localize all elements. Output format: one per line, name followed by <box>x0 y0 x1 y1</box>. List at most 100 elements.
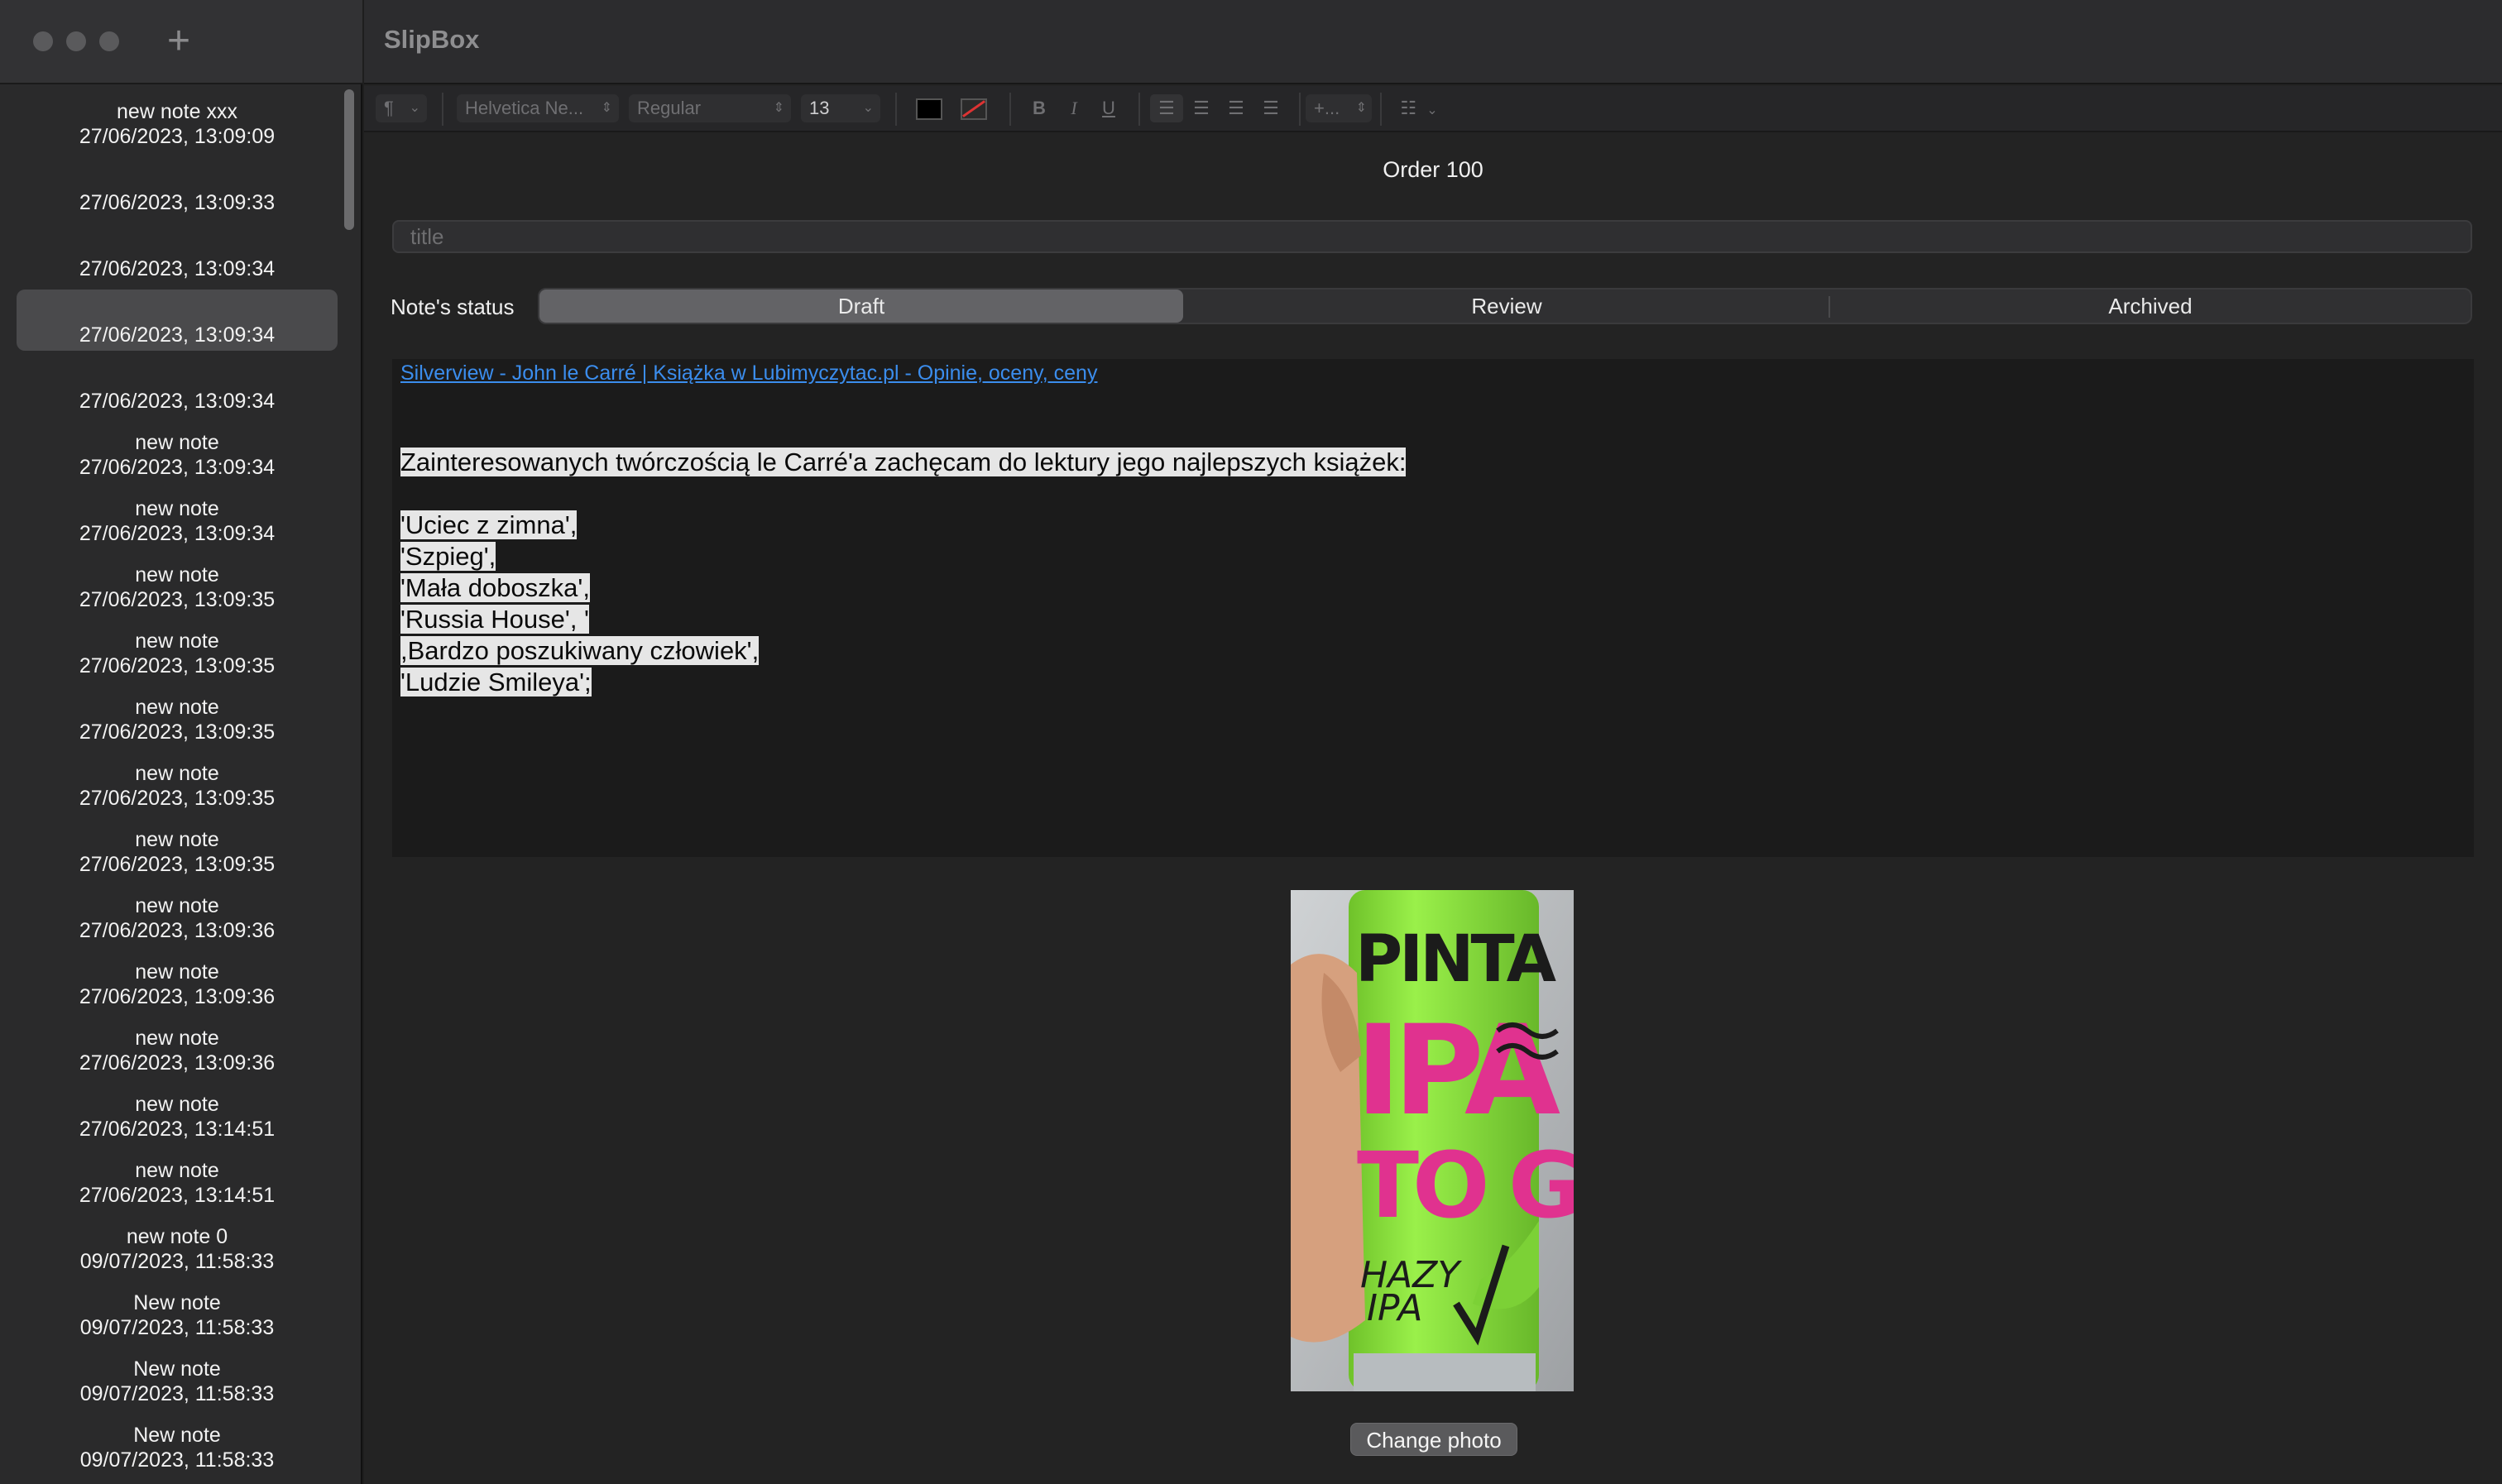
italic-button[interactable]: I <box>1057 94 1090 122</box>
updown-chevron-icon: ⇕ <box>773 101 784 115</box>
note-list-item-title: new note <box>135 1093 219 1116</box>
toolbar-divider <box>1299 93 1301 126</box>
note-list-item[interactable]: new note 27/06/2023, 13:09:36 <box>17 1017 338 1079</box>
note-list-item-date: 27/06/2023, 13:09:09 <box>79 125 276 148</box>
paragraph-style-popup[interactable]: ¶ ⌄ <box>376 94 427 122</box>
toolbar-divider <box>1138 93 1140 126</box>
text-color-button[interactable] <box>908 94 950 122</box>
body-line: Zainteresowanych twórczością le Carré'a … <box>400 448 1407 476</box>
note-list-item[interactable]: new note 27/06/2023, 13:09:35 <box>17 753 338 814</box>
note-list-item[interactable]: New note 09/07/2023, 11:58:33 <box>17 1415 338 1476</box>
note-list-item[interactable]: new note 27/06/2023, 13:09:36 <box>17 951 338 1012</box>
note-list-item[interactable]: new note 0 09/07/2023, 11:58:33 <box>17 1216 338 1277</box>
font-weight-popup[interactable]: Regular ⇕ <box>629 94 791 122</box>
note-list-item[interactable]: 27/06/2023, 13:09:34 <box>17 223 338 285</box>
minimize-window-button[interactable] <box>66 31 86 51</box>
note-list-item[interactable]: 27/06/2023, 13:09:34 <box>17 356 338 417</box>
note-list-item-date: 27/06/2023, 13:14:51 <box>79 1118 276 1141</box>
note-list[interactable]: new note xxx 27/06/2023, 13:09:09 27/06/20… <box>0 86 348 1484</box>
note-list-item[interactable]: new note 27/06/2023, 13:09:35 <box>17 687 338 748</box>
note-list-item[interactable]: new note 27/06/2023, 13:09:34 <box>17 488 338 549</box>
window-titlebar: SlipBox <box>364 0 2502 84</box>
bold-button[interactable]: B <box>1023 94 1056 122</box>
note-list-item[interactable]: new note 27/06/2023, 13:09:35 <box>17 819 338 880</box>
note-list-item-date: 27/06/2023, 13:09:34 <box>79 257 276 280</box>
body-line: 'Russia House', ' <box>400 605 589 634</box>
can-name-line2: TO GO <box>1357 1132 1574 1238</box>
note-list-item[interactable]: new note 27/06/2023, 13:14:51 <box>17 1150 338 1211</box>
note-list-item[interactable]: new note 27/06/2023, 13:14:51 <box>17 1084 338 1145</box>
align-right-button[interactable]: ☰ <box>1220 94 1253 122</box>
note-list-item-date: 27/06/2023, 13:14:51 <box>79 1184 276 1207</box>
note-list-item-date: 27/06/2023, 13:09:35 <box>79 720 276 744</box>
note-list-item-title: New note <box>133 1291 221 1314</box>
can-brand-text: PINTA <box>1355 922 1556 997</box>
note-link[interactable]: Silverview - John le Carré | Książka w L… <box>400 359 1097 387</box>
note-list-item-title: new note <box>135 431 219 454</box>
font-family-popup[interactable]: Helvetica Ne... ⇕ <box>457 94 619 122</box>
note-list-item-title: new note xxx <box>117 100 237 123</box>
no-highlight-icon <box>961 98 987 121</box>
note-list-item-date: 27/06/2023, 13:09:36 <box>79 1051 276 1075</box>
note-photo: PINTA IPA TO GO HAZY IPA <box>1291 890 1574 1391</box>
font-family-value: Helvetica Ne... <box>465 98 584 118</box>
toolbar-divider <box>895 93 897 126</box>
note-list-item-title: new note <box>135 563 219 586</box>
sidebar-titlebar: + <box>0 0 362 84</box>
note-list-item[interactable]: 27/06/2023, 13:09:34 <box>17 290 338 351</box>
line-spacing-popup[interactable]: +... ⇕ <box>1306 94 1372 122</box>
close-window-button[interactable] <box>33 31 53 51</box>
zoom-window-button[interactable] <box>99 31 119 51</box>
can-style-text: IPA <box>1367 1287 1422 1329</box>
note-list-item[interactable]: 27/06/2023, 13:09:33 <box>17 157 338 218</box>
updown-chevron-icon: ⇕ <box>601 101 612 115</box>
note-list-item[interactable]: new note 27/06/2023, 13:09:34 <box>17 422 338 483</box>
note-list-item-title: new note <box>135 696 219 719</box>
change-photo-button[interactable]: Change photo <box>1350 1423 1517 1456</box>
body-line: 'Ludzie Smileya'; <box>400 668 592 697</box>
note-list-item-date: 27/06/2023, 13:09:34 <box>79 456 276 479</box>
note-list-item-title: new note <box>135 497 219 520</box>
note-list-item-date: 27/06/2023, 13:09:35 <box>79 787 276 810</box>
note-list-item-date: 27/06/2023, 13:09:34 <box>79 522 276 545</box>
underline-button[interactable]: U <box>1092 94 1125 122</box>
chevron-down-icon: ⌄ <box>862 101 874 115</box>
app-title: SlipBox <box>384 25 480 54</box>
note-list-item[interactable]: new note 27/06/2023, 13:09:35 <box>17 620 338 682</box>
line-spacing-value: +... <box>1314 98 1340 118</box>
note-list-item[interactable]: new note xxx 27/06/2023, 13:09:09 <box>17 91 338 152</box>
justify-button[interactable]: ☰ <box>1254 94 1287 122</box>
note-list-item-date: 27/06/2023, 13:09:36 <box>79 985 276 1008</box>
note-list-item[interactable]: New note 09/07/2023, 11:58:33 <box>17 1282 338 1343</box>
align-left-icon: ☰ <box>1158 98 1175 118</box>
status-segment-archived[interactable]: Archived <box>1830 290 2471 323</box>
note-list-item[interactable]: New note 09/07/2023, 11:58:33 <box>17 1348 338 1410</box>
title-input[interactable] <box>392 220 2472 253</box>
note-body-editor[interactable]: Silverview - John le Carré | Książka w L… <box>392 359 2474 857</box>
note-list-item[interactable]: new note 27/06/2023, 13:09:35 <box>17 554 338 615</box>
status-segmented-control[interactable]: Draft Review Archived <box>538 288 2472 324</box>
status-segment-review[interactable]: Review <box>1185 290 1829 323</box>
body-line: 'Szpieg', <box>400 542 496 571</box>
align-left-button[interactable]: ☰ <box>1150 94 1183 122</box>
note-list-item-title: New note <box>133 1357 221 1381</box>
note-list-item[interactable]: new note 27/06/2023, 13:09:36 <box>17 885 338 946</box>
add-note-button[interactable]: + <box>162 18 195 65</box>
highlight-color-button[interactable] <box>953 94 995 122</box>
note-list-item-date: 27/06/2023, 13:09:35 <box>79 853 276 876</box>
align-center-button[interactable]: ☰ <box>1185 94 1218 122</box>
font-size-combo[interactable]: 13 ⌄ <box>801 94 880 122</box>
note-list-item-date: 09/07/2023, 11:58:33 <box>79 1250 275 1273</box>
note-list-item-date: 27/06/2023, 13:09:34 <box>79 390 276 413</box>
note-list-item-date: 09/07/2023, 11:58:33 <box>79 1316 275 1339</box>
toolbar-divider <box>1009 93 1011 126</box>
formatting-toolbar: ¶ ⌄ Helvetica Ne... ⇕ Regular ⇕ 13 ⌄ B I… <box>364 86 2502 132</box>
list-style-popup[interactable]: ☷ ⌄ <box>1390 94 1448 122</box>
status-segment-draft[interactable]: Draft <box>539 290 1183 323</box>
font-weight-value: Regular <box>637 98 702 118</box>
note-list-scrollbar[interactable] <box>344 89 354 230</box>
note-list-item-date: 27/06/2023, 13:09:33 <box>79 191 276 214</box>
note-list-item-title: new note <box>135 1027 219 1050</box>
font-size-value: 13 <box>809 98 830 118</box>
note-list-item-date: 27/06/2023, 13:09:34 <box>79 323 276 347</box>
